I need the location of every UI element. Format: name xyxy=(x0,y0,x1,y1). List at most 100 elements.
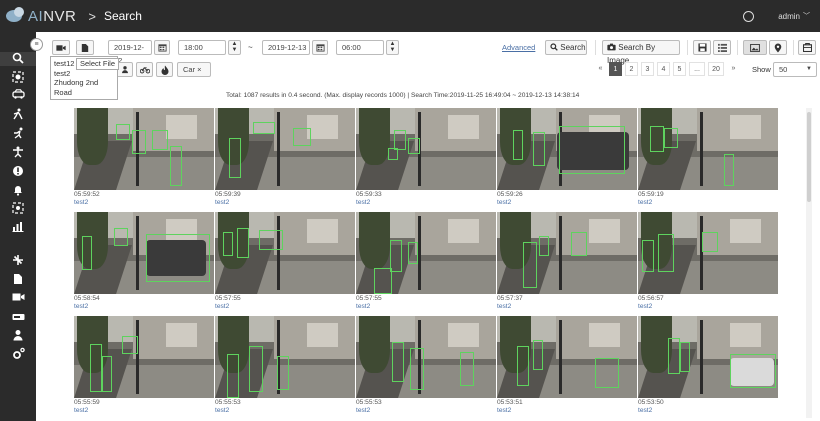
logo[interactable]: AINVR xyxy=(6,7,76,25)
result-thumbnail[interactable] xyxy=(74,108,214,190)
save-button[interactable] xyxy=(693,40,711,55)
result-camera-link[interactable]: test2 xyxy=(215,407,355,415)
result-card[interactable]: 05:58:54 test2 xyxy=(74,212,214,314)
list-view-button[interactable] xyxy=(713,40,731,55)
result-camera-link[interactable]: test2 xyxy=(356,407,496,415)
fire-filter-button[interactable] xyxy=(156,62,173,77)
pagination-next[interactable]: » xyxy=(727,62,740,76)
sidebar-item-camera[interactable] xyxy=(10,202,26,216)
pagination-page-2[interactable]: 2 xyxy=(625,62,638,76)
sidebar-item-video[interactable] xyxy=(10,292,26,306)
result-card[interactable]: 05:59:33 test2 xyxy=(356,108,496,210)
result-card[interactable]: 05:53:51 test2 xyxy=(497,316,637,418)
show-count-select[interactable]: 50 ▼ xyxy=(773,62,817,77)
result-thumbnail[interactable] xyxy=(497,108,637,190)
result-camera-link[interactable]: test2 xyxy=(356,303,496,311)
pagination-prev[interactable]: « xyxy=(594,62,607,76)
result-thumbnail[interactable] xyxy=(497,212,637,294)
sidebar-item-alert[interactable] xyxy=(10,165,26,179)
map-view-button[interactable] xyxy=(769,40,787,55)
advanced-search-link[interactable]: Advanced xyxy=(502,43,535,52)
result-card[interactable]: 05:59:39 test2 xyxy=(215,108,355,210)
chevron-down-icon[interactable]: ▼ xyxy=(387,47,398,53)
result-thumbnail[interactable] xyxy=(356,316,496,398)
result-camera-link[interactable]: test2 xyxy=(74,303,214,311)
sidebar-item-face[interactable] xyxy=(10,71,26,85)
image-view-button[interactable] xyxy=(743,40,767,55)
pagination-page-3[interactable]: 3 xyxy=(641,62,654,76)
result-card[interactable]: 05:55:53 test2 xyxy=(356,316,496,418)
result-thumbnail[interactable] xyxy=(638,108,778,190)
result-camera-link[interactable]: test2 xyxy=(497,407,637,415)
result-camera-link[interactable]: test2 xyxy=(215,199,355,207)
result-card[interactable]: 05:57:55 test2 xyxy=(215,212,355,314)
end-time-input[interactable]: 06:00 xyxy=(336,40,384,55)
result-camera-link[interactable]: test2 xyxy=(74,199,214,207)
car-filter-tag[interactable]: Car × xyxy=(177,62,211,77)
result-thumbnail[interactable] xyxy=(74,316,214,398)
language-globe-icon[interactable] xyxy=(743,10,755,22)
sidebar-item-behavior[interactable] xyxy=(10,146,26,160)
end-date-calendar-button[interactable] xyxy=(312,40,328,55)
result-camera-link[interactable]: test2 xyxy=(356,199,496,207)
result-thumbnail[interactable] xyxy=(74,212,214,294)
export-button[interactable] xyxy=(798,40,816,55)
sidebar-item-search[interactable] xyxy=(0,52,36,66)
result-camera-link[interactable]: test2 xyxy=(497,303,637,311)
sidebar-toggle-button[interactable]: ≡ xyxy=(30,38,43,51)
result-camera-link[interactable]: test2 xyxy=(215,303,355,311)
pagination-page-20[interactable]: 20 xyxy=(708,62,724,76)
camera-option[interactable]: Zhudong 2nd Road xyxy=(54,78,114,97)
sidebar-item-settings[interactable] xyxy=(10,347,26,361)
search-button[interactable]: Search xyxy=(545,40,587,55)
camera-select-button[interactable] xyxy=(52,40,70,55)
result-card[interactable]: 05:56:57 test2 xyxy=(638,212,778,314)
results-scrollbar[interactable] xyxy=(806,108,812,418)
result-card[interactable]: 05:57:55 test2 xyxy=(356,212,496,314)
start-date-calendar-button[interactable] xyxy=(154,40,170,55)
pagination-page-5[interactable]: 5 xyxy=(673,62,686,76)
sidebar-item-vehicle[interactable] xyxy=(10,89,26,103)
result-thumbnail[interactable] xyxy=(215,108,355,190)
result-card[interactable]: 05:59:52 test2 xyxy=(74,108,214,210)
sidebar-item-tools[interactable] xyxy=(10,254,26,268)
file-select-button[interactable] xyxy=(76,40,94,55)
result-card[interactable]: 05:59:19 test2 xyxy=(638,108,778,210)
result-card[interactable]: 05:55:53 test2 xyxy=(215,316,355,418)
result-thumbnail[interactable] xyxy=(215,316,355,398)
chevron-down-icon[interactable]: ﹀ xyxy=(803,11,810,21)
sidebar-item-runner[interactable] xyxy=(10,127,26,141)
user-menu[interactable]: admin xyxy=(778,12,800,21)
result-thumbnail[interactable] xyxy=(638,316,778,398)
sidebar-item-alarm[interactable] xyxy=(10,184,26,198)
result-thumbnail[interactable] xyxy=(497,316,637,398)
result-card[interactable]: 05:59:26 test2 xyxy=(497,108,637,210)
start-time-spinner[interactable]: ▲ ▼ xyxy=(228,40,241,55)
sidebar-item-storage[interactable] xyxy=(10,311,26,325)
start-date-input[interactable]: 2019-12-12 xyxy=(108,40,152,65)
sidebar-item-report[interactable] xyxy=(10,220,26,234)
end-date-input[interactable]: 2019-12-13 xyxy=(262,40,310,55)
result-thumbnail[interactable] xyxy=(356,212,496,294)
result-card[interactable]: 05:57:37 test2 xyxy=(497,212,637,314)
result-camera-link[interactable]: test2 xyxy=(497,199,637,207)
result-card[interactable]: 05:53:50 test2 xyxy=(638,316,778,418)
result-camera-link[interactable]: test2 xyxy=(74,407,214,415)
sidebar-item-files[interactable] xyxy=(10,273,26,287)
result-card[interactable]: 05:55:59 test2 xyxy=(74,316,214,418)
result-thumbnail[interactable] xyxy=(638,212,778,294)
start-time-input[interactable]: 18:00 xyxy=(178,40,226,55)
result-camera-link[interactable]: test2 xyxy=(638,199,778,207)
sidebar-item-users[interactable] xyxy=(10,329,26,343)
result-thumbnail[interactable] xyxy=(215,212,355,294)
pagination-page-1[interactable]: 1 xyxy=(609,62,622,76)
bicycle-filter-button[interactable] xyxy=(136,62,153,77)
result-thumbnail[interactable] xyxy=(356,108,496,190)
end-time-spinner[interactable]: ▲ ▼ xyxy=(386,40,399,55)
chevron-down-icon[interactable]: ▼ xyxy=(229,47,240,53)
result-camera-link[interactable]: test2 xyxy=(638,303,778,311)
search-by-image-button[interactable]: Search By Image xyxy=(602,40,680,65)
scrollbar-thumb[interactable] xyxy=(807,112,811,202)
pagination-page-4[interactable]: 4 xyxy=(657,62,670,76)
result-camera-link[interactable]: test2 xyxy=(638,407,778,415)
